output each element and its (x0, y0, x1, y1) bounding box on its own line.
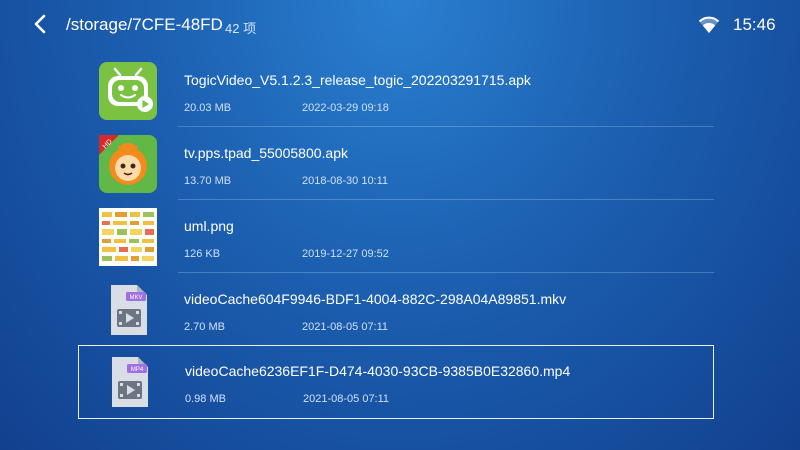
file-name: videoCache6236EF1F-D474-4030-93CB-9385B0… (185, 363, 571, 379)
chevron-left-icon (34, 14, 46, 34)
file-date: 2018-08-30 10:11 (302, 175, 389, 187)
file-size: 20.03 MB (184, 102, 232, 114)
back-button[interactable] (28, 11, 54, 37)
format-badge: MP4 (131, 367, 144, 373)
file-row[interactable]: uml.png 126 KB 2019-12-27 09:52 (78, 200, 714, 273)
top-bar: /storage/7CFE-48FD 42 项 15:46 (0, 0, 800, 54)
video-file-icon: MKV (99, 281, 157, 339)
file-row[interactable]: TogicVideo_V5.1.2.3_release_togic_202203… (78, 54, 714, 127)
video-file-icon: MP4 (100, 353, 158, 411)
file-size: 13.70 MB (184, 175, 232, 187)
file-date: 2019-12-27 09:52 (302, 248, 389, 260)
file-size: 0.98 MB (185, 393, 226, 405)
clock: 15:46 (733, 15, 776, 34)
file-date: 2021-08-05 07:11 (303, 393, 390, 405)
pps-app-icon: HD (99, 135, 157, 193)
file-name: videoCache604F9946-BDF1-4004-882C-298A04… (184, 291, 567, 307)
file-name: tv.pps.tpad_55005800.apk (184, 145, 348, 161)
wifi-icon (697, 13, 721, 35)
file-date: 2021-08-05 07:11 (302, 321, 389, 333)
item-count: 42 项 (225, 21, 257, 36)
file-row-selected[interactable]: MP4 videoCache6236EF1F-D474-4030-93CB-93… (78, 345, 714, 419)
current-path: /storage/7CFE-48FD (66, 15, 223, 34)
file-row[interactable]: MKV videoCache604F9946-BDF1-4004-882C-29… (78, 273, 714, 346)
file-name: uml.png (184, 218, 234, 234)
togic-app-icon (99, 62, 157, 120)
file-date: 2022-03-29 09:18 (302, 102, 389, 114)
file-size: 2.70 MB (184, 321, 225, 333)
file-size: 126 KB (184, 248, 221, 260)
file-name: TogicVideo_V5.1.2.3_release_togic_202203… (184, 72, 531, 88)
image-thumbnail (99, 208, 157, 266)
file-row[interactable]: HD tv.pps.tpad_55005800.apk 13.70 MB 201… (78, 127, 714, 200)
format-badge: MKV (129, 295, 142, 301)
